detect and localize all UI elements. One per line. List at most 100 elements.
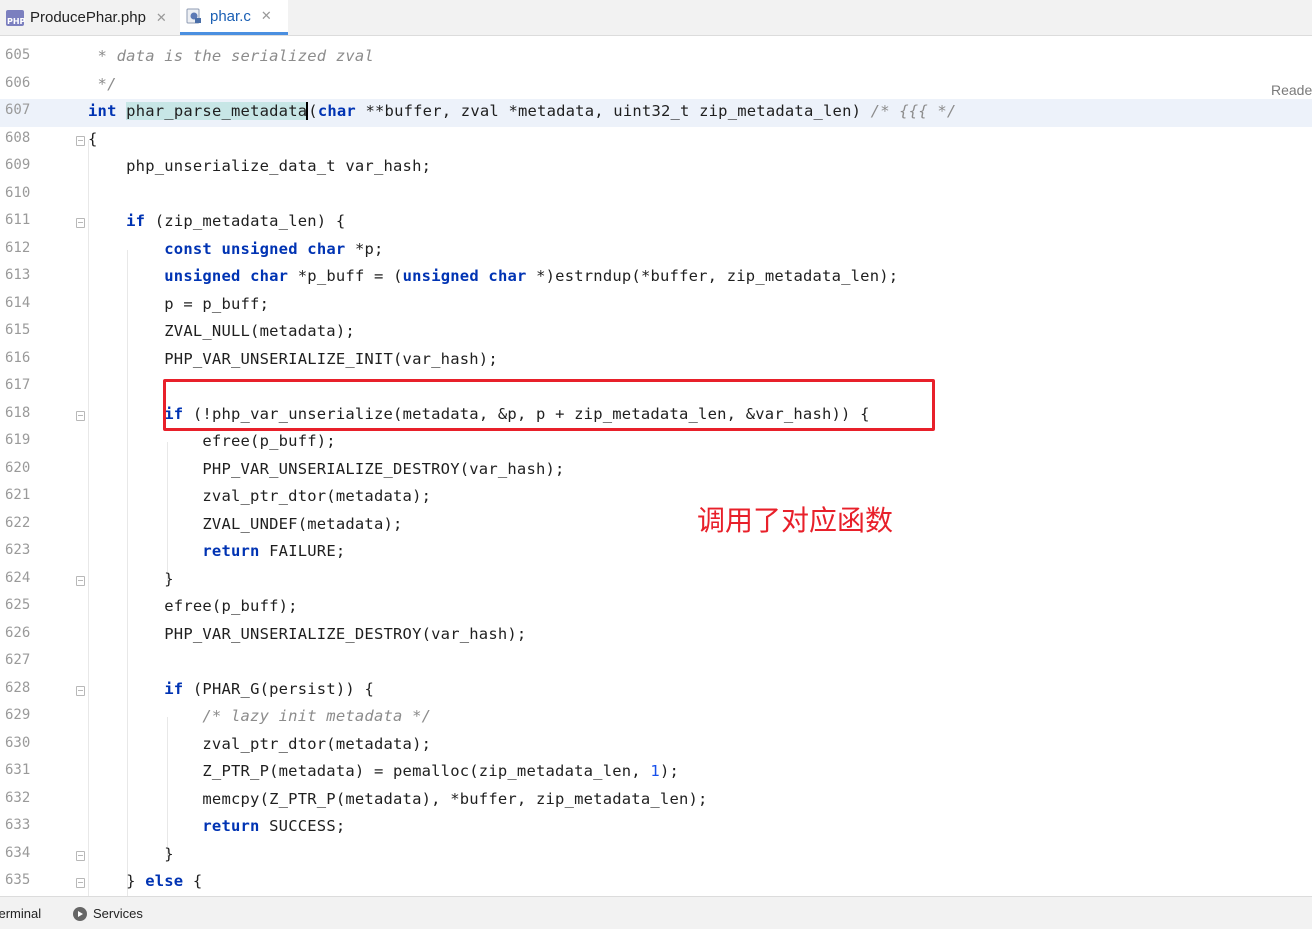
line-number: 605 <box>5 47 31 63</box>
fold-icon[interactable] <box>76 878 85 888</box>
code-line[interactable]: 627 <box>0 649 1312 677</box>
line-number: 606 <box>5 74 31 91</box>
line-number: 615 <box>5 322 31 338</box>
code-line[interactable]: 624 } <box>0 567 1312 595</box>
code-text: zval_ptr_dtor(metadata); <box>88 487 432 505</box>
code-line[interactable]: 631 Z_PTR_P(metadata) = pemalloc(zip_met… <box>0 759 1312 787</box>
tool-window-bar: Terminal Services <box>0 896 1312 929</box>
code-text: } <box>88 844 174 863</box>
line-number: 628 <box>5 679 31 696</box>
close-icon[interactable]: ✕ <box>156 10 167 26</box>
fold-icon[interactable] <box>76 218 85 228</box>
code-text: PHP_VAR_UNSERIALIZE_INIT(var_hash); <box>88 349 498 368</box>
terminal-label: Terminal <box>0 906 42 921</box>
code-line[interactable]: 629 /* lazy init metadata */ <box>0 704 1312 732</box>
fold-icon[interactable] <box>76 685 85 696</box>
services-label: Services <box>93 906 143 921</box>
line-number: 632 <box>5 789 31 806</box>
line-number: 610 <box>5 184 31 201</box>
code-line[interactable]: 607 int phar_parse_metadata(char **buffer… <box>0 99 1312 127</box>
tab-label: phar.c <box>210 7 251 25</box>
line-number: 614 <box>5 294 31 311</box>
line-number: 618 <box>5 404 31 421</box>
code-text: memcpy(Z_PTR_P(metadata), *buffer, zip_m… <box>88 789 708 808</box>
code-line[interactable]: 623 return FAILURE; <box>0 539 1312 567</box>
line-number: 619 <box>5 432 31 448</box>
code-line[interactable]: 630 zval_ptr_dtor(metadata); <box>0 732 1312 760</box>
line-number: 623 <box>5 542 31 558</box>
code-line[interactable]: 635 } else { <box>0 869 1312 896</box>
code-line[interactable]: 622 ZVAL_UNDEF(metadata); <box>0 512 1312 540</box>
fold-icon[interactable] <box>76 135 85 146</box>
tab-producephar-php[interactable]: PHP ProducePhar.php ✕ <box>0 0 178 35</box>
code-line[interactable]: 633 return SUCCESS; <box>0 814 1312 842</box>
line-number: 627 <box>5 652 31 668</box>
code-editor[interactable]: Reade 605 * data is the serialized zval 6… <box>0 36 1312 896</box>
code-line[interactable]: 609 php_unserialize_data_t var_hash; <box>0 154 1312 182</box>
code-text: zval_ptr_dtor(metadata); <box>88 734 432 753</box>
code-line[interactable]: 619 efree(p_buff); <box>0 429 1312 457</box>
line-number: 607 <box>5 102 31 118</box>
code-text: efree(p_buff); <box>88 432 336 450</box>
code-line[interactable]: 605 * data is the serialized zval <box>0 44 1312 72</box>
c-file-icon <box>186 8 204 24</box>
line-number: 629 <box>5 707 31 723</box>
line-number: 612 <box>5 239 31 256</box>
code-text: /* lazy init metadata */ <box>202 707 432 725</box>
line-number: 631 <box>5 762 31 778</box>
fold-icon[interactable] <box>76 410 85 421</box>
editor-tab-bar: PHP ProducePhar.php ✕ phar.c ✕ <box>0 0 1312 36</box>
code-text: } <box>88 569 174 588</box>
code-line[interactable]: 620 PHP_VAR_UNSERIALIZE_DESTROY(var_hash… <box>0 457 1312 485</box>
code-line[interactable]: 613 unsigned char *p_buff = (unsigned ch… <box>0 264 1312 292</box>
line-number: 635 <box>5 872 31 888</box>
code-line[interactable]: 611 if (zip_metadata_len) { <box>0 209 1312 237</box>
code-line[interactable]: 632 memcpy(Z_PTR_P(metadata), *buffer, z… <box>0 787 1312 815</box>
line-number: 616 <box>5 349 31 366</box>
code-text: if (zip_metadata_len) { <box>126 212 346 230</box>
code-line[interactable]: 615 ZVAL_NULL(metadata); <box>0 319 1312 347</box>
terminal-tool-button[interactable]: Terminal <box>0 906 41 921</box>
highlight-box <box>163 379 935 431</box>
code-line[interactable]: 634 } <box>0 842 1312 870</box>
code-text: p = p_buff; <box>88 294 270 313</box>
fold-icon[interactable] <box>76 850 85 861</box>
code-text: * data is the serialized zval <box>88 47 374 65</box>
line-number: 609 <box>5 157 31 173</box>
code-text: const unsigned char *p; <box>164 239 384 258</box>
line-number: 625 <box>5 597 31 613</box>
services-tool-button[interactable]: Services <box>73 906 143 921</box>
tab-label: ProducePhar.php <box>30 9 146 26</box>
code-line[interactable]: 610 <box>0 182 1312 210</box>
php-file-icon: PHP <box>6 9 25 26</box>
code-line[interactable]: 621 zval_ptr_dtor(metadata); <box>0 484 1312 512</box>
code-line[interactable]: 614 p = p_buff; <box>0 292 1312 320</box>
code-line[interactable]: 608 { <box>0 127 1312 155</box>
code-line[interactable]: 612 const unsigned char *p; <box>0 237 1312 265</box>
code-text: PHP_VAR_UNSERIALIZE_DESTROY(var_hash); <box>88 624 527 643</box>
code-line[interactable]: 616 PHP_VAR_UNSERIALIZE_INIT(var_hash); <box>0 347 1312 375</box>
services-icon <box>73 906 87 921</box>
code-text: Z_PTR_P(metadata) = pemalloc(zip_metadat… <box>88 762 680 780</box>
code-line[interactable]: 625 efree(p_buff); <box>0 594 1312 622</box>
text-caret <box>306 102 309 120</box>
code-text: php_unserialize_data_t var_hash; <box>88 157 432 175</box>
line-number: 634 <box>5 844 31 861</box>
tab-phar-c[interactable]: phar.c ✕ <box>180 0 288 35</box>
code-text: */ <box>88 74 117 93</box>
line-number: 620 <box>5 459 31 476</box>
code-line[interactable]: 628 if (PHAR_G(persist)) { <box>0 677 1312 705</box>
code-text: efree(p_buff); <box>88 597 298 615</box>
line-number: 622 <box>5 514 31 531</box>
code-text: int phar_parse_metadata(char **buffer, z… <box>88 102 957 120</box>
code-line[interactable]: 606 */ <box>0 72 1312 100</box>
code-text: { <box>88 129 98 148</box>
close-icon[interactable]: ✕ <box>261 8 272 24</box>
code-text: ZVAL_NULL(metadata); <box>88 322 355 340</box>
code-text: PHP_VAR_UNSERIALIZE_DESTROY(var_hash); <box>88 459 565 478</box>
line-number: 608 <box>5 129 31 146</box>
fold-icon[interactable] <box>76 575 85 586</box>
code-line[interactable]: 626 PHP_VAR_UNSERIALIZE_DESTROY(var_hash… <box>0 622 1312 650</box>
line-number: 621 <box>5 487 31 503</box>
line-number: 626 <box>5 624 31 641</box>
